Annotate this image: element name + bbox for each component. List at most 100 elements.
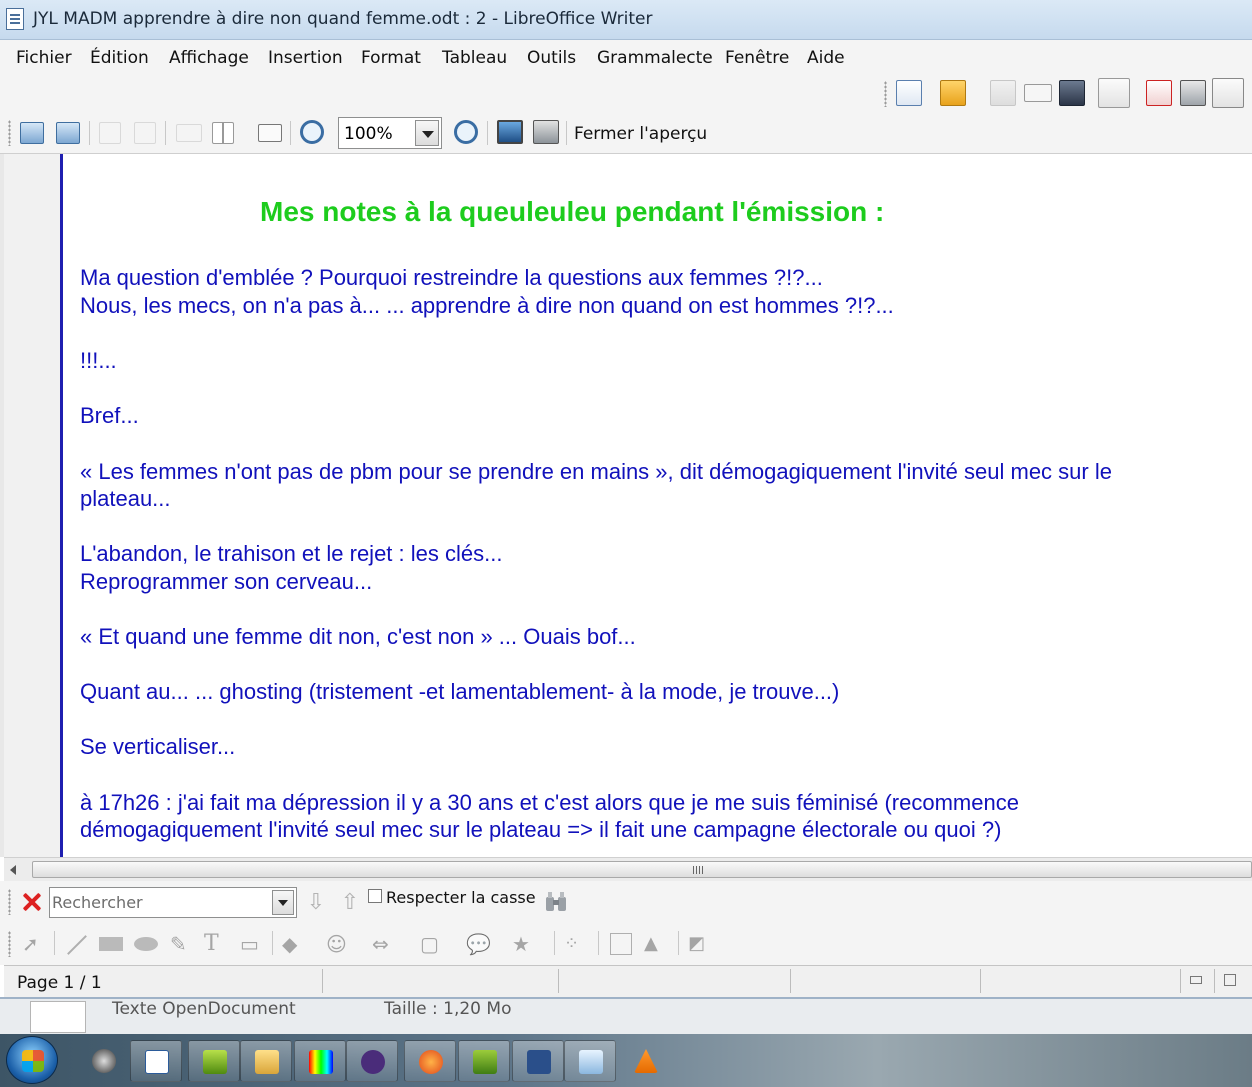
document-line: Ma question d'emblée ? Pourquoi restrein… <box>80 265 823 290</box>
print-options-icon[interactable] <box>533 120 559 144</box>
menu-format[interactable]: Format <box>361 48 421 68</box>
zoom-in-icon[interactable] <box>300 120 324 144</box>
taskbar-app[interactable] <box>188 1040 240 1082</box>
menu-aide[interactable]: Aide <box>807 48 845 68</box>
start-button[interactable] <box>6 1036 58 1084</box>
zoom-select[interactable]: 100% <box>338 117 442 149</box>
previous-page-icon[interactable] <box>20 122 44 144</box>
toolbar-grip[interactable] <box>884 81 887 107</box>
document-modified-icon <box>1224 974 1236 986</box>
toolbar-separator <box>54 931 55 955</box>
menu-fichier[interactable]: Fichier <box>16 48 72 68</box>
file-thumbnail <box>30 1001 86 1033</box>
taskbar-app[interactable] <box>404 1040 456 1082</box>
callouts-icon[interactable]: 💬 <box>466 933 491 955</box>
close-preview-button[interactable]: Fermer l'aperçu <box>574 124 707 144</box>
toolbar-grip[interactable] <box>8 889 11 915</box>
open-folder-icon[interactable] <box>940 80 966 106</box>
toolbar-grip[interactable] <box>8 931 11 957</box>
toolbar-separator <box>290 121 291 145</box>
toolbar-separator <box>566 121 567 145</box>
horizontal-scrollbar[interactable] <box>4 857 1252 881</box>
document-line: à 17h26 : j'ai fait ma dépression il y a… <box>80 790 1019 815</box>
callout-icon[interactable]: ▭ <box>240 933 262 955</box>
document-line: L'abandon, le trahison et le rejet : les… <box>80 541 503 566</box>
taskbar-app[interactable] <box>240 1040 292 1082</box>
toolbar-separator <box>272 931 273 955</box>
export-pdf-icon[interactable] <box>1146 80 1172 106</box>
extrusion-icon[interactable]: ◩ <box>688 933 710 955</box>
selection-mode-icon[interactable] <box>1190 976 1202 984</box>
match-case-checkbox[interactable] <box>368 889 382 903</box>
vlc-like-icon <box>92 1049 116 1073</box>
email-icon[interactable] <box>1024 84 1052 102</box>
new-document-icon[interactable] <box>896 80 922 106</box>
ellipse-icon[interactable] <box>134 937 158 951</box>
toolbar-grip[interactable] <box>8 120 11 146</box>
chevron-down-icon[interactable] <box>415 120 439 146</box>
close-icon[interactable] <box>22 892 42 912</box>
save-icon[interactable] <box>990 80 1016 106</box>
page-left-margin <box>4 154 60 857</box>
menu-insertion[interactable]: Insertion <box>268 48 343 68</box>
last-page-icon[interactable] <box>134 122 156 144</box>
chevron-down-icon[interactable] <box>272 890 294 915</box>
firefox-icon <box>419 1050 443 1074</box>
scrollbar-thumb[interactable] <box>32 861 1252 878</box>
print-preview-icon[interactable] <box>1212 78 1244 108</box>
menu-affichage[interactable]: Affichage <box>169 48 249 68</box>
color-app-icon <box>309 1050 333 1074</box>
document-heading: Mes notes à la queuleuleu pendant l'émis… <box>260 196 885 227</box>
select-pointer-icon[interactable]: ➚ <box>22 933 44 955</box>
multiple-pages-icon[interactable] <box>212 122 234 144</box>
two-pages-icon[interactable] <box>176 124 202 142</box>
taskbar-app[interactable] <box>620 1040 672 1082</box>
taskbar-app[interactable] <box>346 1040 398 1082</box>
match-case-label[interactable]: Respecter la casse <box>386 888 536 907</box>
fontwork-icon[interactable] <box>610 933 632 955</box>
rectangle-icon[interactable] <box>99 937 123 951</box>
from-file-icon[interactable]: ▲ <box>644 933 666 955</box>
search-combobox[interactable] <box>49 887 297 918</box>
flowchart-icon[interactable]: ▢ <box>420 933 442 955</box>
status-separator <box>980 969 981 993</box>
symbol-shapes-icon[interactable]: ☺ <box>326 933 348 955</box>
freeform-line-icon[interactable]: ✎ <box>170 933 192 955</box>
status-bar: Page 1 / 1 <box>4 965 1252 997</box>
menu-outils[interactable]: Outils <box>527 48 576 68</box>
menu-grammalecte[interactable]: Grammalecte <box>597 48 713 68</box>
taskbar-app[interactable] <box>564 1040 616 1082</box>
basic-shapes-icon[interactable]: ◆ <box>282 933 304 955</box>
file-type-label: Texte OpenDocument <box>112 999 296 1019</box>
save-email-icon[interactable] <box>1059 80 1085 106</box>
vlc-icon <box>634 1049 658 1073</box>
torrent-icon <box>473 1050 497 1074</box>
menu-tableau[interactable]: Tableau <box>442 48 507 68</box>
taskbar-app[interactable] <box>130 1040 182 1082</box>
document-page[interactable] <box>60 154 1252 857</box>
document-line: plateau... <box>80 486 171 511</box>
arrow-up-icon[interactable]: ⇧ <box>340 892 360 914</box>
book-preview-icon[interactable] <box>258 124 282 142</box>
taskbar-app[interactable] <box>78 1040 130 1082</box>
block-arrows-icon[interactable]: ⇔ <box>372 933 394 955</box>
binoculars-icon[interactable] <box>544 891 568 913</box>
text-icon[interactable]: T <box>204 933 226 955</box>
next-page-icon[interactable] <box>56 122 80 144</box>
arrow-down-icon[interactable]: ⇩ <box>306 892 326 914</box>
taskbar-app[interactable] <box>512 1040 564 1082</box>
full-screen-icon[interactable] <box>497 120 523 144</box>
menu-edition[interactable]: Édition <box>90 48 149 68</box>
stars-icon[interactable]: ★ <box>512 933 534 955</box>
points-icon[interactable]: ⁘ <box>564 933 586 955</box>
search-input[interactable] <box>52 891 268 914</box>
scroll-left-icon[interactable] <box>10 865 16 875</box>
print-icon[interactable] <box>1180 80 1206 106</box>
first-page-icon[interactable] <box>99 122 121 144</box>
taskbar-app[interactable] <box>458 1040 510 1082</box>
menu-fenetre[interactable]: Fenêtre <box>725 48 789 68</box>
window-title: JYL MADM apprendre à dire non quand femm… <box>33 9 653 29</box>
zoom-out-icon[interactable] <box>454 120 478 144</box>
taskbar-app[interactable] <box>294 1040 346 1082</box>
edit-mode-icon[interactable] <box>1098 78 1130 108</box>
